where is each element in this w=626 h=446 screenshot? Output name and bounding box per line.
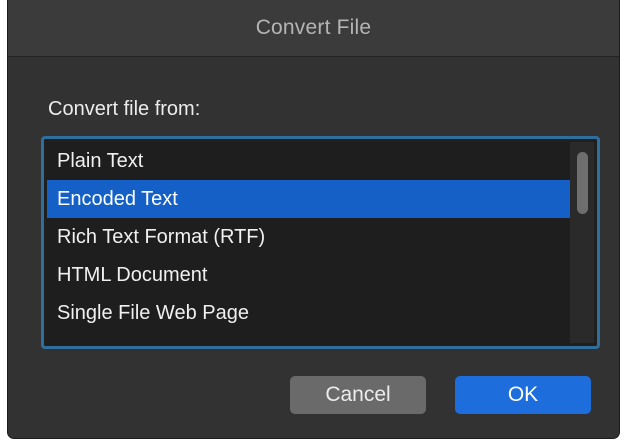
format-option-plain-text[interactable]: Plain Text [47, 142, 594, 180]
cancel-button[interactable]: Cancel [290, 376, 426, 414]
ok-button[interactable]: OK [455, 376, 591, 414]
dialog-titlebar[interactable]: Convert File [8, 0, 619, 57]
convert-file-dialog: Convert File Convert file from: Plain Te… [8, 0, 619, 438]
format-option-encoded-text[interactable]: Encoded Text [47, 180, 594, 218]
format-list-focus-ring: Plain Text Encoded Text Rich Text Format… [41, 136, 600, 349]
format-option-rtf[interactable]: Rich Text Format (RTF) [47, 218, 594, 256]
format-option-html-document[interactable]: HTML Document [47, 256, 594, 294]
list-scrollbar[interactable] [570, 142, 594, 343]
format-option-single-file-web-page[interactable]: Single File Web Page [47, 294, 594, 332]
dialog-title: Convert File [255, 16, 372, 39]
format-list[interactable]: Plain Text Encoded Text Rich Text Format… [47, 142, 594, 343]
list-scrollbar-thumb[interactable] [577, 152, 588, 214]
convert-from-label: Convert file from: [48, 98, 201, 120]
